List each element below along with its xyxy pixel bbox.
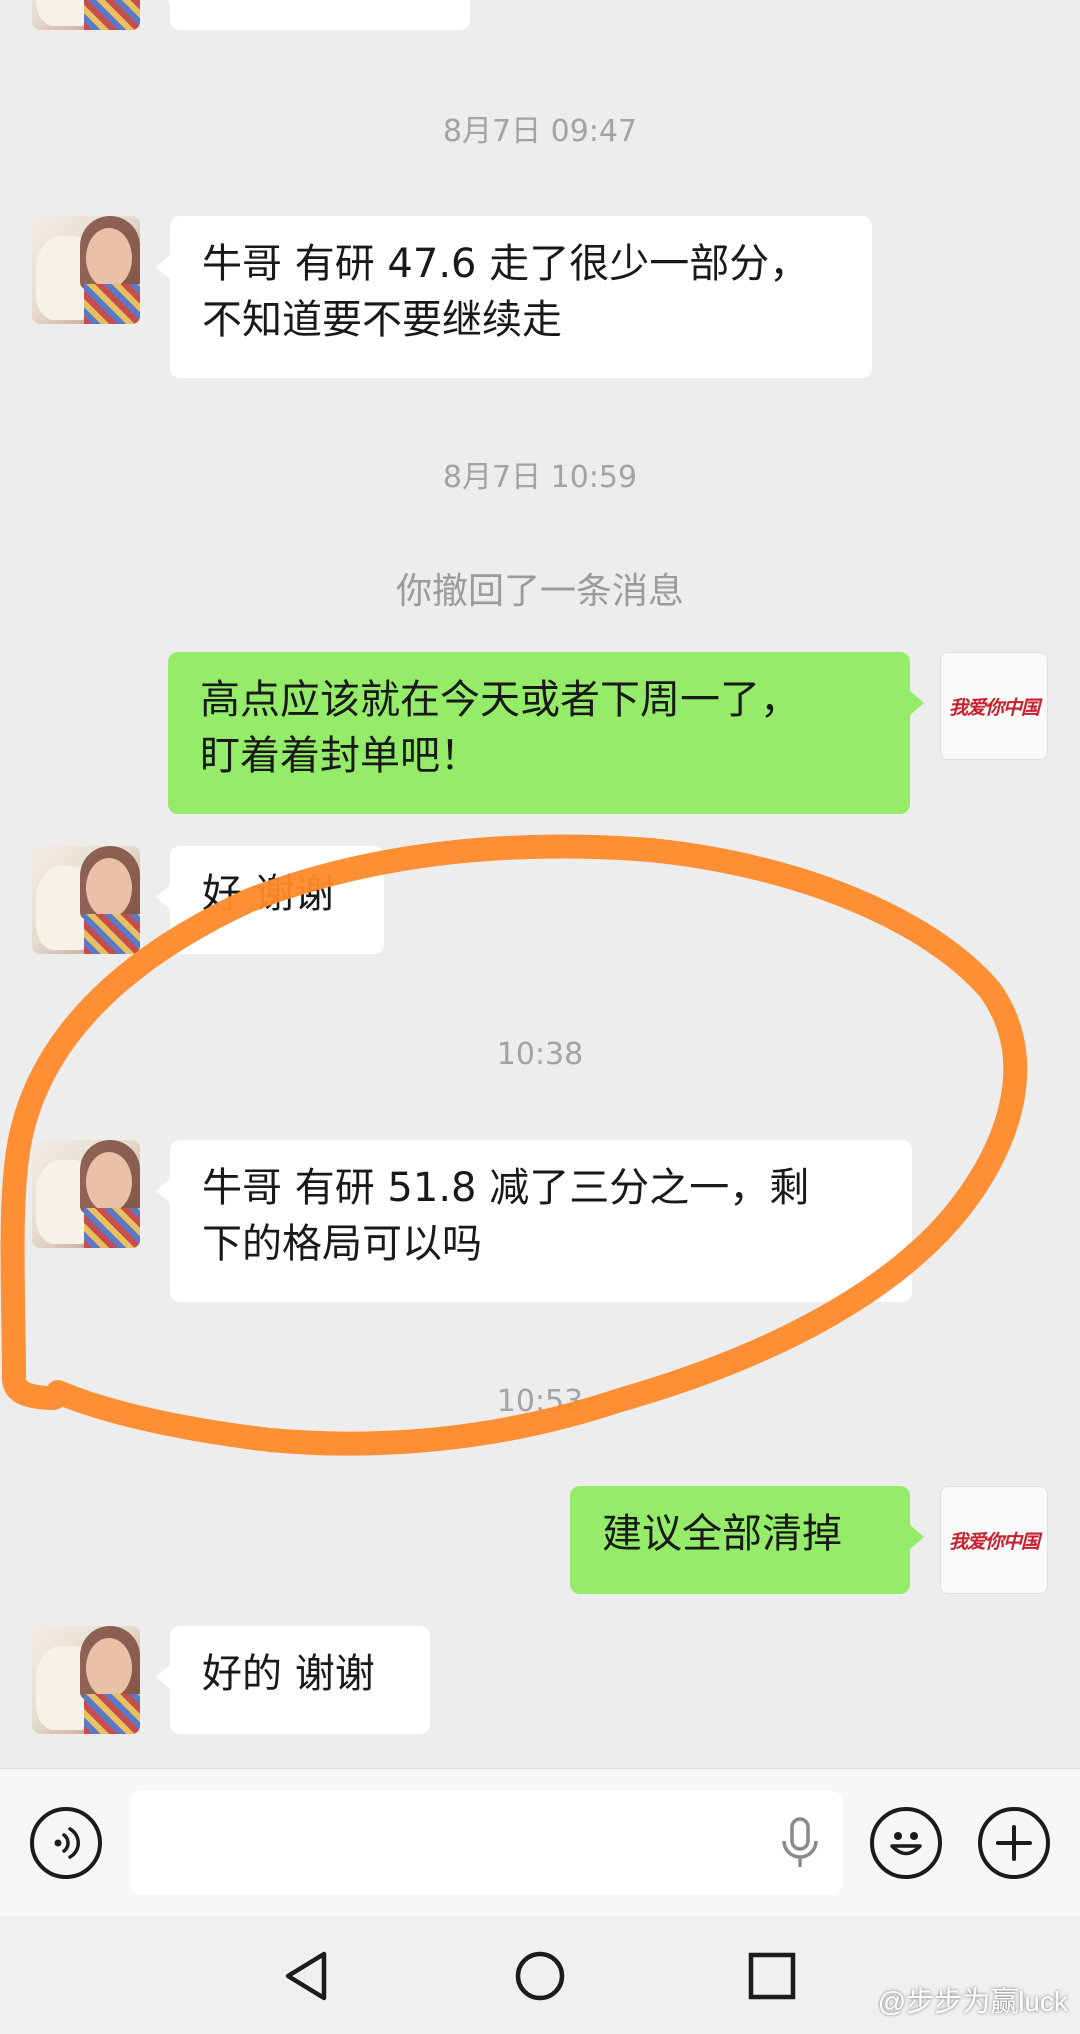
recall-notice: 你撤回了一条消息 [395, 571, 684, 612]
contact-avatar[interactable] [32, 1140, 140, 1248]
self-avatar[interactable]: 我爱你中国 [940, 652, 1048, 760]
contact-avatar[interactable] [32, 846, 140, 954]
chat-area[interactable]: 8月7日 09:47 牛哥 有研 47.6 走了很少一部分， 不知道要不要继续走… [0, 0, 1080, 1768]
message-bubble[interactable]: 牛哥 有研 47.6 走了很少一部分， 不知道要不要继续走 [156, 216, 872, 378]
contact-avatar[interactable] [32, 1626, 140, 1734]
voice-icon[interactable] [30, 1807, 102, 1879]
self-avatar-logo: 我爱你中国 [948, 1530, 1040, 1553]
navigation-bar: @步步为赢luck [0, 1916, 1080, 2034]
timestamp: 8月7日 09:47 [442, 114, 638, 149]
emoji-icon[interactable] [870, 1807, 942, 1879]
message-bubble-partial[interactable] [156, 0, 470, 30]
message-bubble[interactable]: 牛哥 有研 51.8 减了三分之一，剩 下的格局可以吗 [156, 1140, 912, 1302]
home-icon[interactable] [512, 1948, 568, 2008]
message-bubble[interactable]: 好 谢谢 [156, 846, 384, 954]
self-avatar-logo: 我爱你中国 [948, 696, 1040, 719]
message-input[interactable] [130, 1791, 842, 1895]
recents-icon[interactable] [744, 1948, 800, 2008]
timestamp: 10:38 [496, 1037, 584, 1072]
timestamp: 8月7日 10:59 [442, 460, 638, 495]
message-bubble[interactable]: 建议全部清掉 [570, 1486, 924, 1594]
back-icon[interactable] [280, 1948, 336, 2008]
weibo-watermark: @步步为赢luck [877, 1986, 1068, 2017]
message-bubble[interactable]: 好的 谢谢 [156, 1626, 430, 1734]
plus-icon[interactable] [978, 1807, 1050, 1879]
input-bar [0, 1768, 1080, 1916]
contact-avatar[interactable] [32, 216, 140, 324]
message-bubble[interactable]: 高点应该就在今天或者下周一了， 盯着着封单吧！ [168, 652, 924, 814]
contact-avatar[interactable] [32, 0, 140, 30]
timestamp: 10:53 [496, 1384, 584, 1419]
self-avatar[interactable]: 我爱你中国 [940, 1486, 1048, 1594]
microphone-icon[interactable] [780, 1817, 820, 1875]
